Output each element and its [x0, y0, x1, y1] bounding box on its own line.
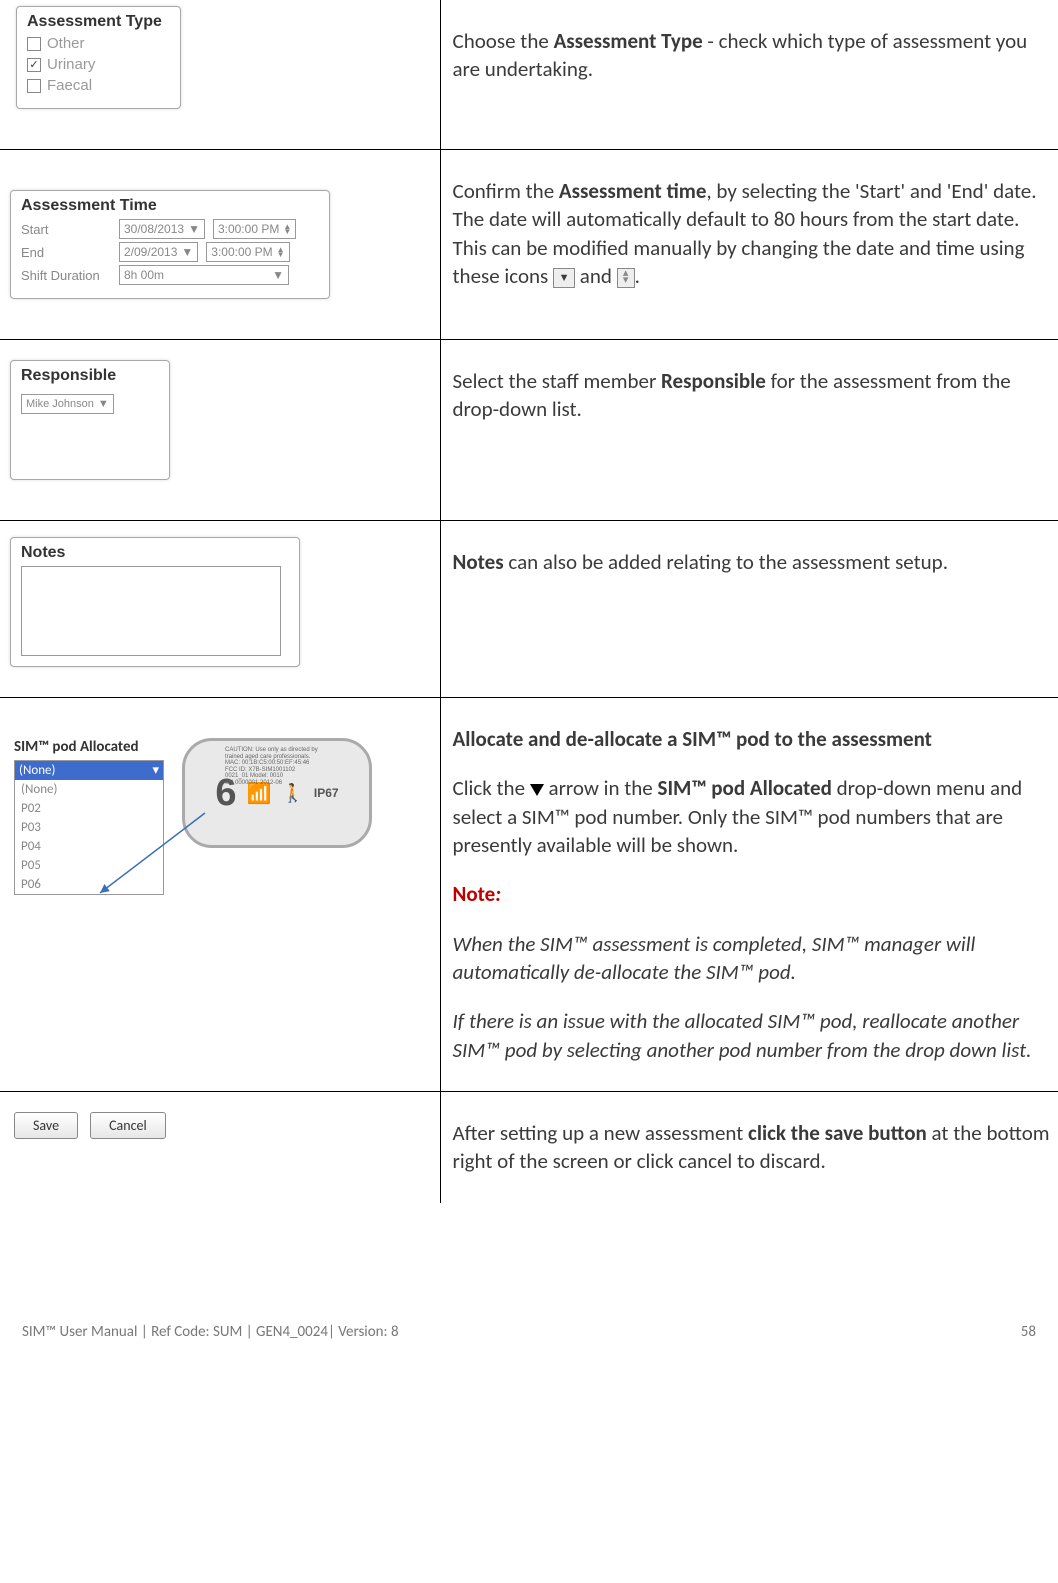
notes-panel: Notes [10, 537, 300, 667]
checkbox-icon [27, 37, 41, 51]
start-row: Start 30/08/2013▼ 3:00:00 PM▲▼ [21, 219, 319, 239]
chevron-down-icon: ▼ [188, 222, 200, 236]
checkbox-icon: ✓ [27, 58, 41, 72]
responsible-panel: Responsible Mike Johnson▼ [10, 360, 170, 480]
assessment-type-panel: Assessment Type Other ✓Urinary Faecal [16, 6, 181, 109]
instruction-table: Assessment Type Other ✓Urinary Faecal Ch… [0, 0, 1058, 1203]
note-text: If there is an issue with the allocated … [453, 1007, 1053, 1064]
panel-title: SIM™ pod Allocated [14, 738, 164, 756]
panel-title: Assessment Time [21, 197, 319, 215]
pod-device-illustration: CAUTION: Use only as directed by trained… [182, 738, 372, 848]
pod-option[interactable]: P04 [15, 837, 163, 856]
end-row: End 2/09/2013▼ 3:00:00 PM▲▼ [21, 242, 319, 262]
note-text: When the SIM™ assessment is completed, S… [453, 930, 1053, 987]
footer-left: SIM™ User Manual | Ref Code: SUM | GEN4_… [22, 1323, 399, 1341]
save-button[interactable]: Save [14, 1112, 78, 1139]
pod-dropdown-selected[interactable]: (None)▾ [15, 761, 163, 780]
heading-text: Allocate and de-allocate a SIM™ pod to t… [453, 725, 1053, 753]
panel-title: Responsible [21, 367, 159, 385]
pod-option[interactable]: P03 [15, 818, 163, 837]
ip-rating: IP67 [314, 786, 339, 800]
chevron-down-icon: ▼ [181, 245, 193, 259]
assessment-time-panel: Assessment Time Start 30/08/2013▼ 3:00:0… [10, 190, 330, 299]
instruction-text: After setting up a new assessment click … [453, 1119, 1053, 1176]
pod-option[interactable]: P06 [15, 875, 163, 894]
spinner-icon: ▲▼ [283, 224, 291, 234]
chevron-down-icon: ▾ [152, 763, 159, 778]
pod-allocated-panel: SIM™ pod Allocated (None)▾ (None) P02 P0… [14, 738, 164, 895]
device-label-text: CAUTION: Use only as directed by trained… [225, 747, 329, 787]
dropdown-arrow-icon: ▼ [553, 268, 575, 288]
instruction-text: Select the staff member Responsible for … [453, 367, 1053, 424]
panel-title: Assessment Type [27, 13, 170, 31]
chevron-down-icon: ▼ [272, 268, 284, 282]
page-footer: SIM™ User Manual | Ref Code: SUM | GEN4_… [0, 1283, 1058, 1351]
spinner-icon: ▲▼ [277, 247, 285, 257]
spinner-arrows-icon: ▴▾ [617, 268, 635, 288]
cancel-button[interactable]: Cancel [90, 1112, 166, 1139]
note-label: Note: [453, 880, 1053, 908]
chevron-down-icon: ▼ [98, 398, 109, 410]
page-number: 58 [1021, 1323, 1036, 1341]
instruction-text: Notes can also be added relating to the … [453, 548, 1053, 576]
pod-dropdown-list[interactable]: (None)▾ (None) P02 P03 P04 P05 P06 [14, 760, 164, 895]
pod-option[interactable]: (None) [15, 780, 163, 799]
instruction-text: Choose the Assessment Type - check which… [453, 27, 1053, 84]
panel-title: Notes [21, 544, 289, 562]
checkbox-faecal[interactable]: Faecal [27, 77, 170, 94]
end-date-dropdown[interactable]: 2/09/2013▼ [119, 242, 198, 262]
end-time-spinner[interactable]: 3:00:00 PM▲▼ [206, 242, 289, 262]
start-date-dropdown[interactable]: 30/08/2013▼ [119, 219, 205, 239]
instruction-text: Confirm the Assessment time, by selectin… [453, 177, 1053, 290]
checkbox-urinary[interactable]: ✓Urinary [27, 56, 170, 73]
pod-option[interactable]: P05 [15, 856, 163, 875]
shift-duration-dropdown[interactable]: 8h 00m▼ [119, 265, 289, 285]
checkbox-icon [27, 79, 41, 93]
responsible-dropdown[interactable]: Mike Johnson▼ [21, 394, 114, 414]
shift-row: Shift Duration 8h 00m▼ [21, 265, 319, 285]
notes-textarea[interactable] [21, 566, 281, 656]
down-arrow-icon [530, 784, 544, 796]
start-time-spinner[interactable]: 3:00:00 PM▲▼ [213, 219, 296, 239]
checkbox-other[interactable]: Other [27, 35, 170, 52]
instruction-text: Click the arrow in the SIM™ pod Allocate… [453, 774, 1053, 859]
pod-option[interactable]: P02 [15, 799, 163, 818]
